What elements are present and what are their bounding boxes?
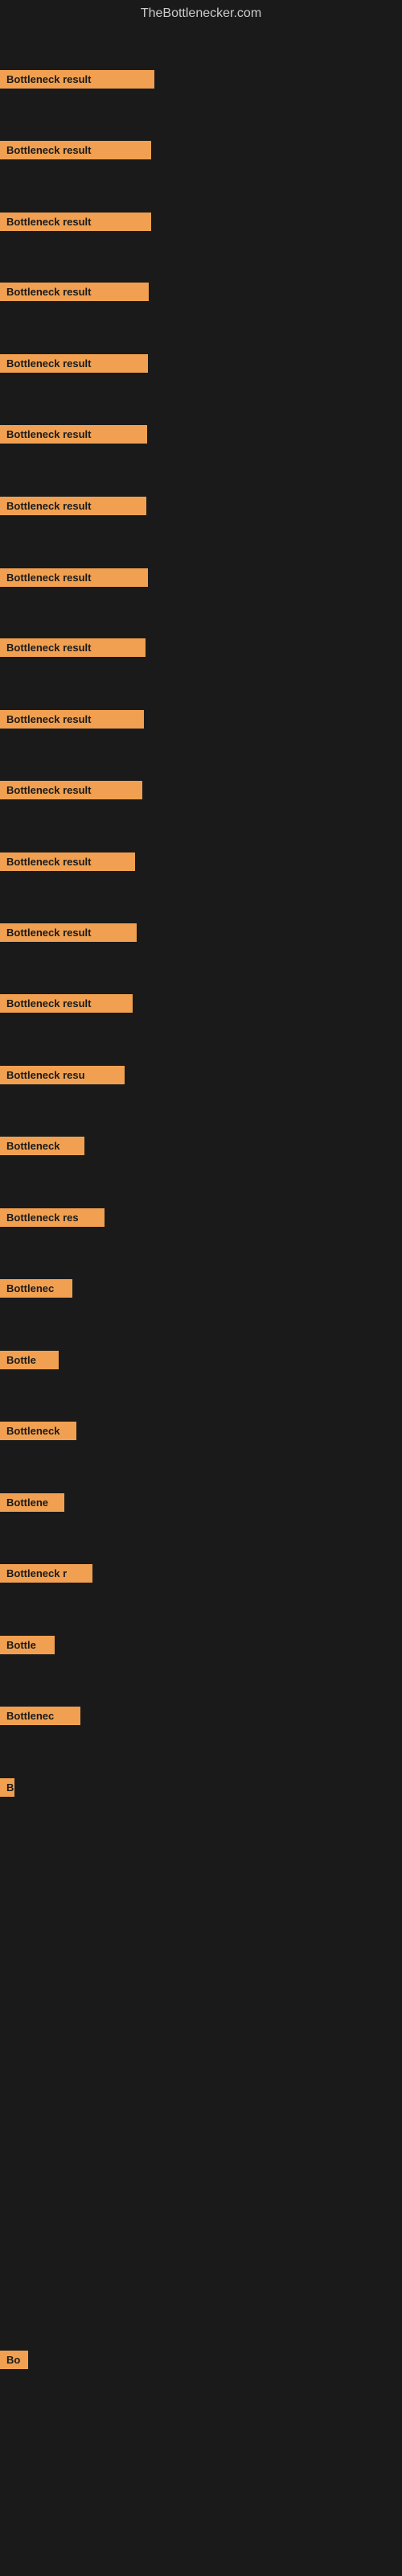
bottleneck-result-item: Bottleneck result	[0, 425, 147, 448]
bottleneck-result-item: Bottleneck result	[0, 852, 135, 875]
bottleneck-label: Bottleneck result	[0, 70, 154, 89]
bottleneck-result-item: Bottlenec	[0, 1707, 80, 1729]
bottleneck-label: Bottleneck	[0, 1137, 84, 1155]
bottleneck-label: Bottlenec	[0, 1279, 72, 1298]
bottleneck-result-item: Bottleneck r	[0, 1564, 92, 1587]
bottleneck-result-item: Bottleneck result	[0, 923, 137, 946]
bottleneck-result-item: Bottleneck resu	[0, 1066, 125, 1088]
bottleneck-result-item: Bottleneck result	[0, 497, 146, 519]
bottleneck-result-item: Bottleneck res	[0, 1208, 105, 1231]
bottleneck-label: Bottle	[0, 1351, 59, 1369]
bottleneck-label: Bottleneck result	[0, 638, 146, 657]
bottleneck-label: Bottleneck resu	[0, 1066, 125, 1084]
bottleneck-result-item: Bottleneck result	[0, 781, 142, 803]
site-title: TheBottlenecker.com	[0, 0, 402, 24]
bottleneck-label: B	[0, 1778, 14, 1797]
bottleneck-result-item: Bottle	[0, 1351, 59, 1373]
bottleneck-result-item: Bottleneck result	[0, 213, 151, 235]
bottleneck-label: Bottle	[0, 1636, 55, 1654]
bottleneck-result-item: Bottleneck result	[0, 354, 148, 377]
bottleneck-result-item: Bottleneck result	[0, 710, 144, 733]
bottleneck-label: Bottleneck result	[0, 425, 147, 444]
bottleneck-label: Bottleneck res	[0, 1208, 105, 1227]
bottleneck-result-item: Bottleneck result	[0, 283, 149, 305]
bottleneck-label: Bottlenec	[0, 1707, 80, 1725]
bottleneck-label: Bottleneck result	[0, 994, 133, 1013]
bottleneck-result-item: Bottleneck result	[0, 141, 151, 163]
bottleneck-result-item: Bottleneck result	[0, 638, 146, 661]
bottleneck-label: Bottleneck result	[0, 852, 135, 871]
bottleneck-label: Bottleneck result	[0, 283, 149, 301]
bottleneck-result-item: Bottleneck result	[0, 994, 133, 1017]
bottleneck-label: Bottlene	[0, 1493, 64, 1512]
bottleneck-result-item: Bottle	[0, 1636, 55, 1658]
bottleneck-label: Bottleneck result	[0, 141, 151, 159]
bottleneck-result-item: Bo	[0, 2351, 28, 2373]
bottleneck-result-item: Bottlene	[0, 1493, 64, 1516]
bottleneck-label: Bottleneck result	[0, 710, 144, 729]
bottleneck-label: Bottleneck result	[0, 213, 151, 231]
bottleneck-label: Bottleneck result	[0, 781, 142, 799]
bottleneck-label: Bottleneck r	[0, 1564, 92, 1583]
bottleneck-label: Bo	[0, 2351, 28, 2369]
bottleneck-result-item: Bottleneck result	[0, 568, 148, 591]
bottleneck-label: Bottleneck result	[0, 568, 148, 587]
bottleneck-label: Bottleneck	[0, 1422, 76, 1440]
bottleneck-label: Bottleneck result	[0, 923, 137, 942]
bottleneck-label: Bottleneck result	[0, 497, 146, 515]
bottleneck-result-item: Bottlenec	[0, 1279, 72, 1302]
bottleneck-result-item: Bottleneck	[0, 1422, 76, 1444]
bottleneck-result-item: B	[0, 1778, 14, 1801]
bottleneck-label: Bottleneck result	[0, 354, 148, 373]
bottleneck-result-item: Bottleneck result	[0, 70, 154, 93]
bottleneck-result-item: Bottleneck	[0, 1137, 84, 1159]
